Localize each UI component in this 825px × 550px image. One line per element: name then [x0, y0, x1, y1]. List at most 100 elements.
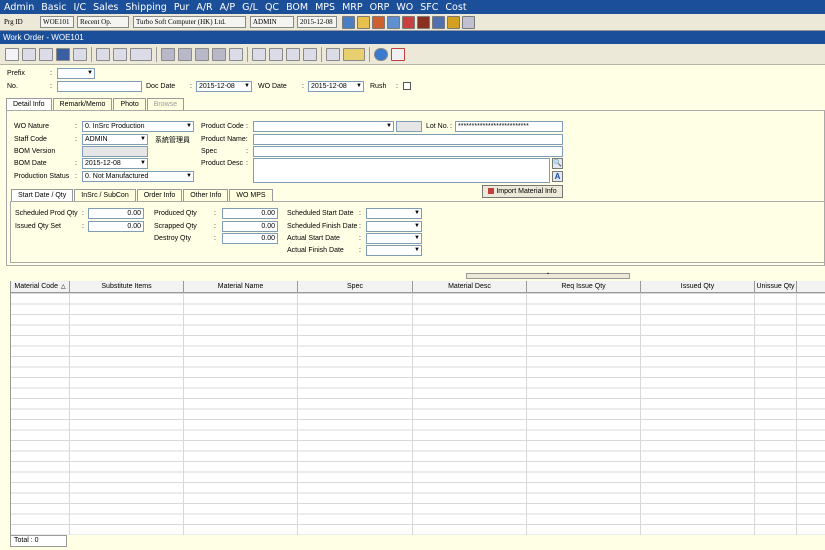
tab-detail-info[interactable]: Detail Info	[6, 98, 52, 110]
colon: :	[214, 223, 216, 230]
subtab-insrc-subcon[interactable]: InSrc / SubCon	[74, 189, 136, 201]
menu-item-g-l[interactable]: G/L	[242, 2, 258, 13]
bom-version-field[interactable]	[82, 146, 148, 157]
recent-op-dropdown[interactable]: Recent Op.	[77, 16, 129, 28]
menu-item-pur[interactable]: Pur	[174, 2, 190, 13]
folder-icon[interactable]	[447, 16, 460, 29]
alert-icon[interactable]	[417, 16, 430, 29]
find-icon[interactable]	[22, 48, 36, 61]
wo-nature-value: 0. InSrc Production	[85, 123, 145, 130]
bom-date-picker[interactable]: 2015-12-08 ▼	[82, 158, 148, 169]
menu-item-qc[interactable]: QC	[265, 2, 279, 13]
tab-photo[interactable]: Photo	[113, 98, 146, 110]
column-header-issued-qty[interactable]: Issued Qty	[641, 281, 755, 292]
actual-start-date-picker[interactable]: ▼	[366, 233, 422, 244]
font-icon[interactable]: A	[552, 171, 563, 182]
rush-checkbox[interactable]	[403, 82, 411, 90]
tree-icon[interactable]	[303, 48, 317, 61]
lot-no-field[interactable]: **************************	[455, 121, 563, 132]
wand-icon[interactable]	[343, 48, 365, 61]
home-icon[interactable]	[372, 16, 385, 29]
last-record-icon[interactable]	[212, 48, 226, 61]
delete-row-icon[interactable]	[286, 48, 300, 61]
column-header-material-name[interactable]: Material Name	[184, 281, 298, 292]
network-icon[interactable]	[342, 16, 355, 29]
undo-icon[interactable]	[73, 48, 87, 61]
save-icon[interactable]	[56, 48, 70, 61]
menu-item-a-r[interactable]: A/R	[196, 2, 212, 13]
copy-icon[interactable]	[229, 48, 243, 61]
subtab-wo-mps[interactable]: WO MPS	[229, 189, 273, 201]
menu-item-bom[interactable]: BOM	[286, 2, 308, 13]
prg-id-field[interactable]: WOE101	[40, 16, 74, 28]
report-icon[interactable]	[387, 16, 400, 29]
scrapped-qty-field[interactable]: 0.00	[222, 221, 278, 232]
doc-date-picker[interactable]: 2015-12-08 ▼	[196, 81, 252, 92]
colon: :	[75, 173, 77, 180]
production-status-dropdown[interactable]: 0. Not Manufactured ▼	[82, 171, 194, 182]
subtab-start-date-qty[interactable]: Start Date / Qty	[11, 189, 74, 201]
column-header-unissue-qty[interactable]: Unissue Qty	[755, 281, 797, 292]
detail-icon[interactable]	[252, 48, 266, 61]
tab-remark-memo[interactable]: Remark/Memo	[52, 98, 113, 110]
scheduled-prod-qty-field[interactable]: 0.00	[88, 208, 144, 219]
prev-record-icon[interactable]	[178, 48, 192, 61]
sort-icon: △	[60, 284, 66, 290]
column-header-material-code[interactable]: Material Code △	[11, 281, 70, 292]
product-name-field[interactable]	[253, 134, 563, 145]
menu-item-i-c[interactable]: I/C	[73, 2, 86, 13]
menu-item-orp[interactable]: ORP	[370, 2, 390, 13]
product-desc-textarea[interactable]	[253, 158, 550, 183]
first-record-icon[interactable]	[161, 48, 175, 61]
print-icon[interactable]	[113, 48, 127, 61]
scheduled-finish-date-picker[interactable]: ▼	[366, 221, 422, 232]
menu-item-sfc[interactable]: SFC	[420, 2, 438, 13]
issued-qty-set-field[interactable]: 0.00	[88, 221, 144, 232]
edit-icon[interactable]	[39, 48, 53, 61]
collapse-splitter[interactable]: ⌃	[466, 273, 630, 279]
menu-item-mps[interactable]: MPS	[315, 2, 335, 13]
menu-item-mrp[interactable]: MRP	[342, 2, 363, 13]
prefix-dropdown[interactable]: ▼	[57, 68, 95, 79]
column-header-spec[interactable]: Spec	[298, 281, 413, 292]
search-icon[interactable]: 🔍	[552, 158, 563, 169]
attachment-icon[interactable]	[326, 48, 340, 61]
calendar-icon[interactable]	[357, 16, 370, 29]
exit-icon[interactable]	[462, 16, 475, 29]
menu-item-wo[interactable]: WO	[396, 2, 413, 13]
wo-date-picker[interactable]: 2015-12-08 ▼	[308, 81, 364, 92]
spec-field[interactable]	[253, 146, 563, 157]
subtab-other-info[interactable]: Other Info	[183, 189, 229, 201]
menu-item-basic[interactable]: Basic	[41, 2, 66, 13]
tab-browse[interactable]: Browse	[146, 98, 185, 110]
destroy-qty-field[interactable]: 0.00	[222, 233, 278, 244]
column-header-req-issue-qty[interactable]: Req Issue Qty	[527, 281, 641, 292]
produced-qty-field[interactable]: 0.00	[222, 208, 278, 219]
new-icon[interactable]	[5, 48, 19, 61]
export-icon[interactable]	[130, 48, 152, 61]
menu-item-shipping[interactable]: Shipping	[125, 2, 166, 13]
chevron-down-icon: ▼	[414, 235, 420, 241]
subtab-order-info[interactable]: Order Info	[136, 189, 183, 201]
close-window-icon[interactable]	[391, 48, 405, 61]
column-header-substitute-items[interactable]: Substitute Items	[70, 281, 184, 292]
wo-nature-dropdown[interactable]: 0. InSrc Production ▼	[82, 121, 194, 132]
preview-icon[interactable]	[96, 48, 110, 61]
insert-row-icon[interactable]	[269, 48, 283, 61]
menu-item-admin[interactable]: Admin	[4, 2, 34, 13]
scheduled-start-date-picker[interactable]: ▼	[366, 208, 422, 219]
shop-icon[interactable]	[402, 16, 415, 29]
menu-item-a-p[interactable]: A/P	[220, 2, 235, 13]
staff-code-field[interactable]: ADMIN ▼	[82, 134, 148, 145]
menu-item-sales[interactable]: Sales	[93, 2, 118, 13]
import-material-info-button[interactable]: Import Material Info	[482, 185, 563, 198]
column-divider	[526, 293, 527, 535]
menu-item-cost[interactable]: Cost	[445, 2, 466, 13]
product-code-field[interactable]: ▼	[253, 121, 394, 132]
refresh-icon[interactable]	[374, 48, 388, 61]
column-header-material-desc[interactable]: Material Desc	[413, 281, 527, 292]
sync-icon[interactable]	[432, 16, 445, 29]
actual-finish-date-picker[interactable]: ▼	[366, 245, 422, 256]
no-field[interactable]	[57, 81, 142, 92]
next-record-icon[interactable]	[195, 48, 209, 61]
